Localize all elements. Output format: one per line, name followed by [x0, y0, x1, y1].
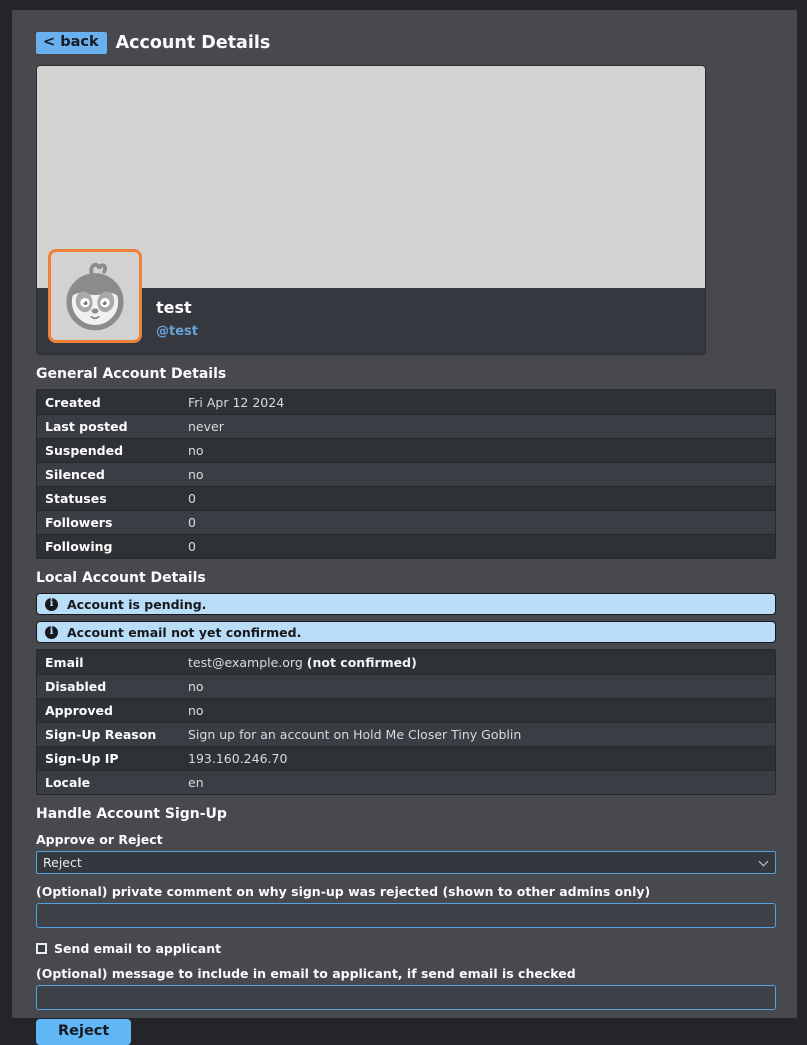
row-label: Email: [37, 655, 188, 670]
general-details-heading: General Account Details: [36, 366, 776, 382]
row-label: Following: [37, 539, 188, 554]
row-label: Statuses: [37, 491, 188, 506]
row-label: Locale: [37, 775, 188, 790]
row-value: no: [188, 467, 212, 482]
email-unconfirmed-flag: (not confirmed): [307, 655, 417, 670]
table-row: Statuses 0: [37, 486, 775, 510]
general-details-table: Created Fri Apr 12 2024 Last posted neve…: [36, 389, 776, 559]
row-value: no: [188, 703, 212, 718]
table-row: Approved no: [37, 698, 775, 722]
table-row: Following 0: [37, 534, 775, 558]
info-icon: i: [45, 626, 58, 639]
row-value: Fri Apr 12 2024: [188, 395, 292, 410]
email-unconfirmed-notice: i Account email not yet confirmed.: [36, 621, 776, 643]
reject-submit-button[interactable]: Reject: [36, 1019, 131, 1045]
row-value: no: [188, 679, 212, 694]
approve-reject-label: Approve or Reject: [36, 832, 776, 847]
info-icon: i: [45, 598, 58, 611]
handle-signup-heading: Handle Account Sign-Up: [36, 806, 776, 822]
row-label: Created: [37, 395, 188, 410]
table-row: Followers 0: [37, 510, 775, 534]
profile-card: test @test: [36, 65, 706, 355]
send-email-checkbox[interactable]: [36, 943, 47, 954]
row-value: 0: [188, 515, 204, 530]
table-row: Disabled no: [37, 674, 775, 698]
row-label: Sign-Up IP: [37, 751, 188, 766]
row-value: 0: [188, 539, 204, 554]
row-label: Disabled: [37, 679, 188, 694]
row-value: test@example.org (not confirmed): [188, 655, 425, 670]
row-label: Suspended: [37, 443, 188, 458]
notice-text: Account email not yet confirmed.: [67, 625, 301, 640]
account-details-panel: < back Account Details test @test: [12, 10, 797, 1018]
table-row: Suspended no: [37, 438, 775, 462]
row-value: Sign up for an account on Hold Me Closer…: [188, 727, 529, 742]
row-label: Approved: [37, 703, 188, 718]
row-value: 0: [188, 491, 204, 506]
send-email-label: Send email to applicant: [54, 941, 221, 956]
table-row: Silenced no: [37, 462, 775, 486]
display-name: test: [156, 298, 705, 317]
send-email-row: Send email to applicant: [36, 941, 776, 956]
back-button[interactable]: < back: [36, 32, 107, 54]
row-label: Sign-Up Reason: [37, 727, 188, 742]
approve-reject-select-wrap: Reject: [36, 851, 776, 874]
sloth-avatar-icon: [55, 256, 135, 336]
notice-text: Account is pending.: [67, 597, 206, 612]
table-row: Locale en: [37, 770, 775, 794]
table-row: Last posted never: [37, 414, 775, 438]
row-value: no: [188, 443, 212, 458]
table-row: Sign-Up Reason Sign up for an account on…: [37, 722, 775, 746]
email-message-input[interactable]: [36, 985, 776, 1010]
approve-reject-select[interactable]: Reject: [36, 851, 776, 874]
table-row: Created Fri Apr 12 2024: [37, 390, 775, 414]
avatar: [48, 249, 142, 343]
page-title: Account Details: [116, 33, 271, 53]
row-value: en: [188, 775, 212, 790]
account-handle[interactable]: @test: [156, 324, 705, 339]
row-value: 193.160.246.70: [188, 751, 295, 766]
row-value: never: [188, 419, 232, 434]
row-label: Silenced: [37, 467, 188, 482]
page-header: < back Account Details: [36, 32, 776, 54]
row-label: Last posted: [37, 419, 188, 434]
local-details-table: Email test@example.org (not confirmed) D…: [36, 649, 776, 795]
local-details-heading: Local Account Details: [36, 570, 776, 586]
table-row: Email test@example.org (not confirmed): [37, 650, 775, 674]
account-pending-notice: i Account is pending.: [36, 593, 776, 615]
email-message-label: (Optional) message to include in email t…: [36, 966, 776, 981]
row-label: Followers: [37, 515, 188, 530]
table-row: Sign-Up IP 193.160.246.70: [37, 746, 775, 770]
private-comment-label: (Optional) private comment on why sign-u…: [36, 884, 776, 899]
private-comment-input[interactable]: [36, 903, 776, 928]
